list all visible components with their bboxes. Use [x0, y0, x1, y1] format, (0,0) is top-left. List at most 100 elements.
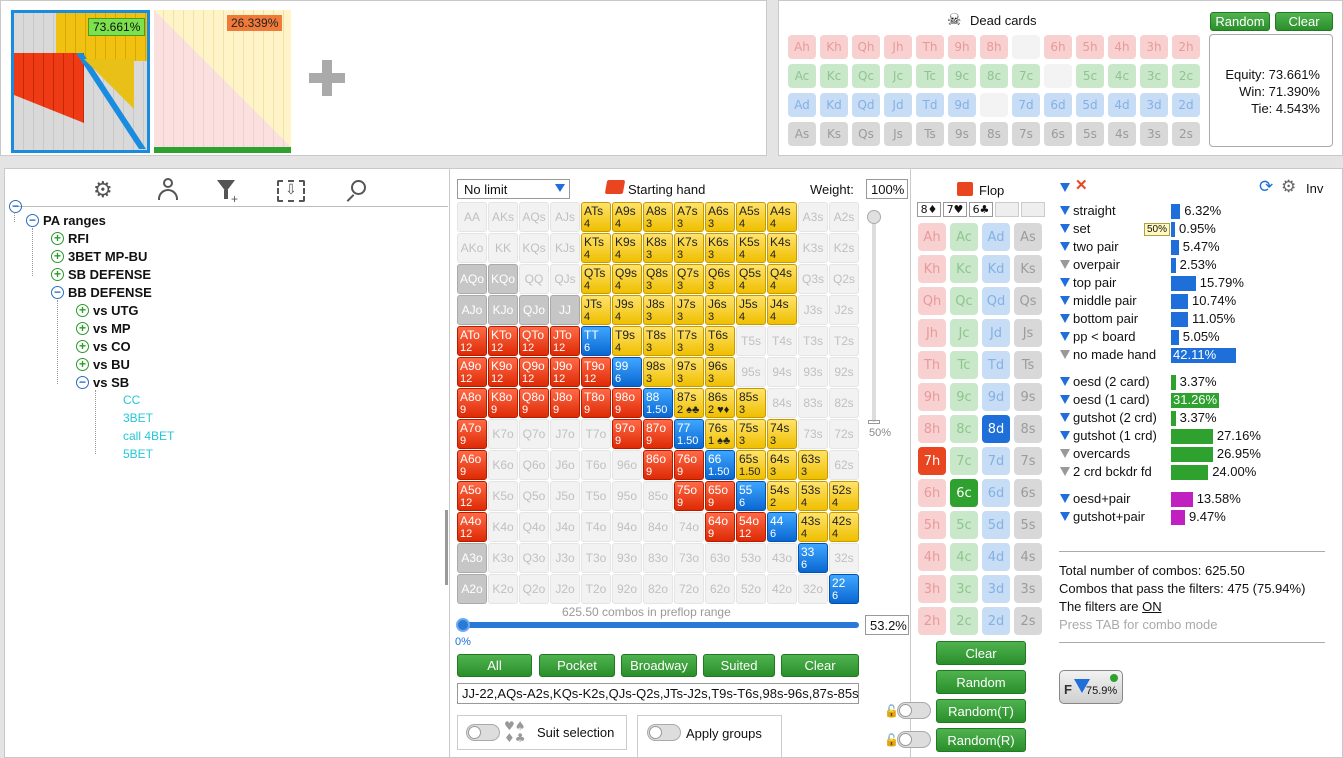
hand-cell-74s[interactable]: 74s 3 — [767, 419, 797, 449]
tree-vs-bu[interactable]: + vs BU — [76, 357, 130, 372]
flop-card-9h[interactable]: 9h — [918, 383, 946, 411]
collapse-icon[interactable]: − — [76, 376, 89, 389]
dead-card-8c[interactable]: 8c — [980, 64, 1008, 88]
suit-selection-toggle[interactable] — [466, 724, 500, 741]
dead-card-9c[interactable]: 9c — [948, 64, 976, 88]
hand-cell-Q9s[interactable]: Q9s 4 — [612, 264, 642, 294]
dead-random-button[interactable]: Random — [1210, 12, 1270, 31]
hand-cell-85s[interactable]: 85s 3 — [736, 388, 766, 418]
flop-card-Ad[interactable]: Ad — [982, 223, 1010, 251]
flop-slot-2[interactable]: 7♥ — [943, 202, 967, 217]
flop-slot-1[interactable]: 8♦ — [917, 202, 941, 217]
flop-card-2c[interactable]: 2c — [950, 607, 978, 635]
invert-label[interactable]: Inv — [1306, 181, 1323, 196]
flop-random-button[interactable]: Random — [936, 670, 1026, 694]
dead-card-Ts[interactable]: Ts — [916, 122, 944, 146]
tree-leaf-cc[interactable]: CC — [123, 393, 140, 407]
stat-row[interactable]: bottom pair — [1060, 311, 1138, 326]
stat-row[interactable]: gutshot+pair — [1060, 509, 1145, 524]
hand-cell-K3o[interactable]: K3o — [488, 543, 518, 573]
expand-icon[interactable]: + — [76, 358, 89, 371]
random-turn-button[interactable]: Random(T) — [936, 699, 1026, 723]
flop-card-Kc[interactable]: Kc — [950, 255, 978, 283]
tree-leaf-5bet[interactable]: 5BET — [123, 447, 153, 461]
flop-card-Qh[interactable]: Qh — [918, 287, 946, 315]
hand-cell-Q6s[interactable]: Q6s 3 — [705, 264, 735, 294]
flop-card-2d[interactable]: 2d — [982, 607, 1010, 635]
hand-cell-A4s[interactable]: A4s 4 — [767, 202, 797, 232]
hand-cell-T6s[interactable]: T6s 3 — [705, 326, 735, 356]
hand-cell-33[interactable]: 33 6 — [798, 543, 828, 573]
dead-card-Ks[interactable]: Ks — [820, 122, 848, 146]
weight-slider-handle[interactable] — [867, 210, 881, 224]
tree-vs-co[interactable]: + vs CO — [76, 339, 131, 354]
stat-row[interactable]: no made hand — [1060, 347, 1156, 362]
hand-cell-Q8o[interactable]: Q8o 9 — [519, 388, 549, 418]
hand-cell-96s[interactable]: 96s 3 — [705, 357, 735, 387]
dead-card-2h[interactable]: 2h — [1172, 35, 1200, 59]
hand-cell-72o[interactable]: 72o — [674, 574, 704, 604]
hand-cell-62o[interactable]: 62o — [705, 574, 735, 604]
hand-cell-KQs[interactable]: KQs — [519, 233, 549, 263]
hand-cell-86s[interactable]: 86s 2 ♥♦ — [705, 388, 735, 418]
random-river-toggle[interactable] — [897, 731, 931, 748]
hand-cell-K4s[interactable]: K4s 4 — [767, 233, 797, 263]
filter-icon[interactable] — [1060, 467, 1070, 476]
hand-cell-75o[interactable]: 75o 9 — [674, 481, 704, 511]
tree-bb-defense[interactable]: − BB DEFENSE — [51, 285, 152, 300]
flop-card-6c[interactable]: 6c — [950, 479, 978, 507]
hand-cell-K2o[interactable]: K2o — [488, 574, 518, 604]
dead-card-Qd[interactable]: Qd — [852, 93, 880, 117]
select-pocket-button[interactable]: Pocket — [539, 654, 615, 677]
filter-icon[interactable] — [1060, 206, 1070, 215]
flop-card-Ah[interactable]: Ah — [918, 223, 946, 251]
dead-card-7h[interactable]: 7h — [1012, 35, 1040, 59]
flop-card-5h[interactable]: 5h — [918, 511, 946, 539]
tree-vs-mp[interactable]: + vs MP — [76, 321, 131, 336]
hand-cell-J3o[interactable]: J3o — [550, 543, 580, 573]
flop-card-Jh[interactable]: Jh — [918, 319, 946, 347]
hand-cell-Q7o[interactable]: Q7o — [519, 419, 549, 449]
clear-filter-icon[interactable]: ✕ — [1075, 176, 1088, 194]
hand-cell-73o[interactable]: 73o — [674, 543, 704, 573]
tree-root[interactable]: − — [9, 200, 26, 213]
select-all-button[interactable]: All — [457, 654, 532, 677]
filter-icon[interactable] — [1060, 224, 1070, 233]
flop-card-3c[interactable]: 3c — [950, 575, 978, 603]
flop-card-6h[interactable]: 6h — [918, 479, 946, 507]
flop-card-8c[interactable]: 8c — [950, 415, 978, 443]
range-thumb-1[interactable]: 73.661% — [11, 10, 150, 153]
filter-icon[interactable] — [1060, 377, 1070, 386]
hand-cell-A6o[interactable]: A6o 9 — [457, 450, 487, 480]
hand-cell-93s[interactable]: 93s — [798, 357, 828, 387]
hand-cell-99[interactable]: 99 6 — [612, 357, 642, 387]
filter-icon[interactable] — [1060, 314, 1070, 323]
hand-cell-97s[interactable]: 97s 3 — [674, 357, 704, 387]
hand-cell-83o[interactable]: 83o — [643, 543, 673, 573]
range-progress-track[interactable] — [457, 622, 859, 628]
hand-cell-QJo[interactable]: QJo — [519, 295, 549, 325]
tree-vs-utg[interactable]: + vs UTG — [76, 303, 139, 318]
flop-card-Td[interactable]: Td — [982, 351, 1010, 379]
dead-card-3c[interactable]: 3c — [1140, 64, 1168, 88]
dead-card-6s[interactable]: 6s — [1044, 122, 1072, 146]
apply-groups-box[interactable]: Apply groups — [637, 715, 782, 758]
hand-cell-TT[interactable]: TT 6 — [581, 326, 611, 356]
add-range-icon[interactable] — [309, 60, 345, 96]
hand-cell-97o[interactable]: 97o 9 — [612, 419, 642, 449]
filter-icon[interactable] — [1060, 180, 1073, 195]
hand-cell-A9s[interactable]: A9s 4 — [612, 202, 642, 232]
filter-icon[interactable] — [1060, 512, 1070, 521]
hand-cell-84s[interactable]: 84s — [767, 388, 797, 418]
flop-card-Jd[interactable]: Jd — [982, 319, 1010, 347]
select-suited-button[interactable]: Suited — [703, 654, 775, 677]
range-progress-handle[interactable] — [456, 618, 470, 632]
hand-cell-T5o[interactable]: T5o — [581, 481, 611, 511]
flop-card-4h[interactable]: 4h — [918, 543, 946, 571]
flop-card-3h[interactable]: 3h — [918, 575, 946, 603]
flop-card-4s[interactable]: 4s — [1014, 543, 1042, 571]
hand-cell-JJ[interactable]: JJ — [550, 295, 580, 325]
stat-row[interactable]: overpair — [1060, 257, 1120, 272]
stat-row[interactable]: middle pair — [1060, 293, 1137, 308]
hand-cell-Q3o[interactable]: Q3o — [519, 543, 549, 573]
